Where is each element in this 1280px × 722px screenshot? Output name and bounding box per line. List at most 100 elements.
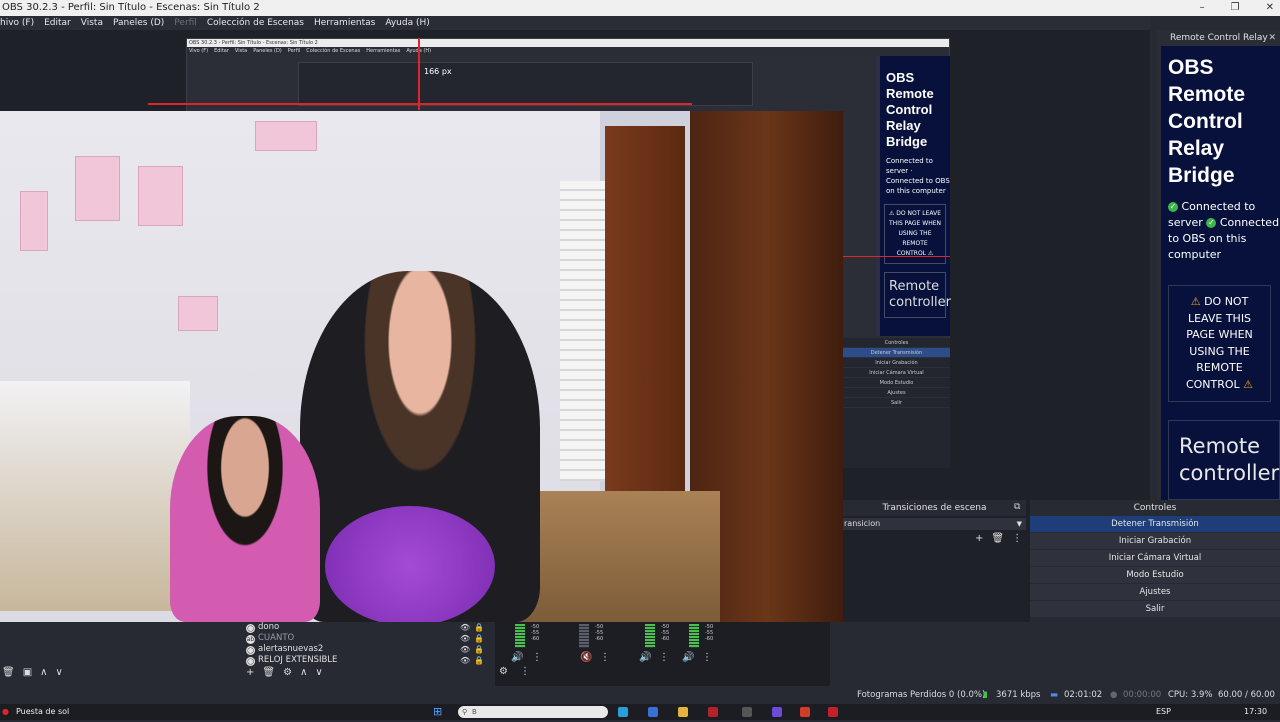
visibility-eye-icon[interactable]: 👁: [460, 622, 470, 633]
visibility-eye-icon[interactable]: 👁: [460, 655, 470, 666]
language-indicator[interactable]: ESP: [1156, 704, 1171, 720]
app-icon[interactable]: [828, 707, 838, 717]
source-item[interactable]: ◯ RELOJ EXTENSIBLE 👁 🔒: [240, 655, 485, 666]
menu-tools[interactable]: Herramientas: [314, 16, 375, 30]
remote-controller-link[interactable]: Remote controller: [1168, 420, 1280, 500]
mixer-menu-icon[interactable]: ⋮: [600, 652, 610, 663]
mirrored-control-item: Modo Estudio: [843, 378, 950, 388]
source-name: RELOJ EXTENSIBLE: [258, 655, 338, 665]
controls-dock: Controles Detener Transmisión Iniciar Gr…: [1030, 500, 1280, 625]
nested-title: OBS 30.2.3 - Perfil: Sin Título - Escena…: [187, 39, 949, 47]
stream-icon: ▬: [1050, 690, 1059, 700]
mixer-menu-icon[interactable]: ⋮: [659, 652, 669, 663]
mirrored-control-item: Iniciar Cámara Virtual: [843, 368, 950, 378]
windows-taskbar: ● Puesta de sol ⊞ ⚲ B ESP 17:30: [0, 704, 1280, 720]
stream-time: 02:01:02: [1064, 690, 1103, 700]
record-time: 00:00:00: [1123, 690, 1162, 700]
mirrored-controls-header: Controles: [843, 338, 950, 348]
settings-button[interactable]: Ajustes: [1030, 584, 1280, 600]
minimize-button[interactable]: –: [1200, 0, 1205, 16]
menu-docks[interactable]: Paneles (D): [113, 16, 164, 30]
source-item[interactable]: ◯ dono 👁 🔒: [240, 622, 485, 633]
lock-icon[interactable]: 🔒: [474, 655, 484, 666]
taskbar-clock[interactable]: 17:30: [1244, 704, 1267, 720]
scene-poster: [20, 191, 48, 251]
dock-close-icon[interactable]: ✕: [1268, 30, 1276, 46]
dock-content: OBS Remote Control Relay Bridge ✓ Connec…: [1161, 46, 1280, 500]
taskbar-search[interactable]: ⚲ B: [458, 706, 608, 718]
dock-float-icon[interactable]: ⧉: [1014, 502, 1020, 512]
start-virtual-camera-button[interactable]: Iniciar Cámara Virtual: [1030, 550, 1280, 566]
move-up-icon[interactable]: ∧: [40, 667, 47, 678]
search-placeholder: B: [472, 708, 477, 716]
source-type-icon: ◯: [246, 657, 255, 666]
transition-options-icon[interactable]: ⋮: [1012, 533, 1022, 544]
window-titlebar: OBS 30.2.3 - Perfil: Sin Título - Escena…: [0, 0, 1280, 16]
volume-icon[interactable]: 🔊: [682, 652, 694, 663]
mixer-menu-icon[interactable]: ⋮: [702, 652, 712, 663]
muted-volume-icon[interactable]: 🔇: [580, 652, 592, 663]
scenes-toolbar: 🗑 ▣ ∧ ∨: [2, 667, 63, 678]
mixer-menu-icon[interactable]: ⋮: [532, 652, 542, 663]
add-transition-icon[interactable]: +: [975, 533, 983, 544]
menu-view[interactable]: Vista: [81, 16, 103, 30]
meter-scale: -50 -55 -60: [595, 624, 604, 642]
maximize-button[interactable]: ❐: [1231, 0, 1240, 16]
transitions-header: Transiciones de escena: [843, 500, 1026, 516]
move-down-icon[interactable]: ∨: [55, 667, 62, 678]
remove-transition-icon[interactable]: 🗑: [991, 533, 1004, 544]
add-source-icon[interactable]: +: [246, 667, 254, 678]
menu-scene-collection[interactable]: Colección de Escenas: [207, 16, 304, 30]
windows-start-icon[interactable]: ⊞: [433, 704, 442, 720]
studio-mode-button[interactable]: Modo Estudio: [1030, 567, 1280, 583]
advanced-audio-icon[interactable]: ⚙: [499, 666, 508, 677]
volume-icon[interactable]: 🔊: [511, 652, 523, 663]
source-properties-icon[interactable]: ⚙: [283, 667, 292, 678]
scene-filters-icon[interactable]: ▣: [23, 667, 32, 678]
scene-poster: [255, 121, 317, 151]
weather-text[interactable]: Puesta de sol: [16, 704, 69, 720]
stop-streaming-button[interactable]: Detener Transmisión: [1030, 516, 1280, 532]
lock-icon[interactable]: 🔒: [474, 633, 484, 644]
source-type-icon: ab: [246, 635, 255, 644]
status-bar: Fotogramas Perdidos 0 (0.0%) ▮ 3671 kbps…: [0, 686, 1280, 718]
edge-icon[interactable]: [618, 707, 628, 717]
menu-profile[interactable]: Perfil: [174, 16, 197, 30]
lock-icon[interactable]: 🔒: [474, 644, 484, 655]
visibility-eye-icon[interactable]: 👁: [460, 644, 470, 655]
volume-icon[interactable]: 🔊: [639, 652, 651, 663]
scene-bed: [0, 381, 190, 611]
source-name: dono: [258, 622, 280, 632]
mirrored-panel-status: Connected to server · Connected to OBS o…: [886, 157, 950, 195]
discord-icon[interactable]: [772, 707, 782, 717]
transition-selected: ransicion: [844, 519, 881, 528]
remove-source-icon[interactable]: 🗑: [262, 667, 275, 678]
obs-icon[interactable]: [708, 707, 718, 717]
warning-text: DO NOT LEAVE THIS PAGE WHEN USING THE RE…: [1185, 295, 1253, 391]
menu-file[interactable]: hivo (F): [0, 16, 34, 30]
sources-toolbar: + 🗑 ⚙ ∧ ∨: [246, 667, 323, 678]
visibility-eye-icon[interactable]: 👁: [460, 633, 470, 644]
source-item[interactable]: ◯ alertasnuevas2 👁 🔒: [240, 644, 485, 655]
audio-meter: [645, 624, 655, 648]
controls-header: Controles: [1133, 503, 1177, 513]
remove-scene-icon[interactable]: 🗑: [2, 667, 15, 678]
lock-icon[interactable]: 🔒: [474, 622, 484, 633]
transition-select[interactable]: ransicion ▼: [843, 518, 1026, 530]
scene-poster: [138, 166, 183, 226]
menu-edit[interactable]: Editar: [44, 16, 71, 30]
menu-help[interactable]: Ayuda (H): [385, 16, 429, 30]
exit-button[interactable]: Salir: [1030, 601, 1280, 617]
app-icon[interactable]: [648, 707, 658, 717]
chevron-down-icon[interactable]: ▼: [1017, 518, 1022, 530]
close-button[interactable]: ✕: [1266, 0, 1274, 16]
file-explorer-icon[interactable]: [678, 707, 688, 717]
source-item[interactable]: ab CUANTO 👁 🔒: [240, 633, 485, 644]
move-up-icon[interactable]: ∧: [300, 667, 307, 678]
mixer-options-icon[interactable]: ⋮: [520, 666, 530, 677]
move-down-icon[interactable]: ∨: [315, 667, 322, 678]
start-recording-button[interactable]: Iniciar Grabación: [1030, 533, 1280, 549]
webcam-source[interactable]: [0, 111, 843, 622]
app-icon[interactable]: [742, 707, 752, 717]
chrome-icon[interactable]: [800, 707, 810, 717]
